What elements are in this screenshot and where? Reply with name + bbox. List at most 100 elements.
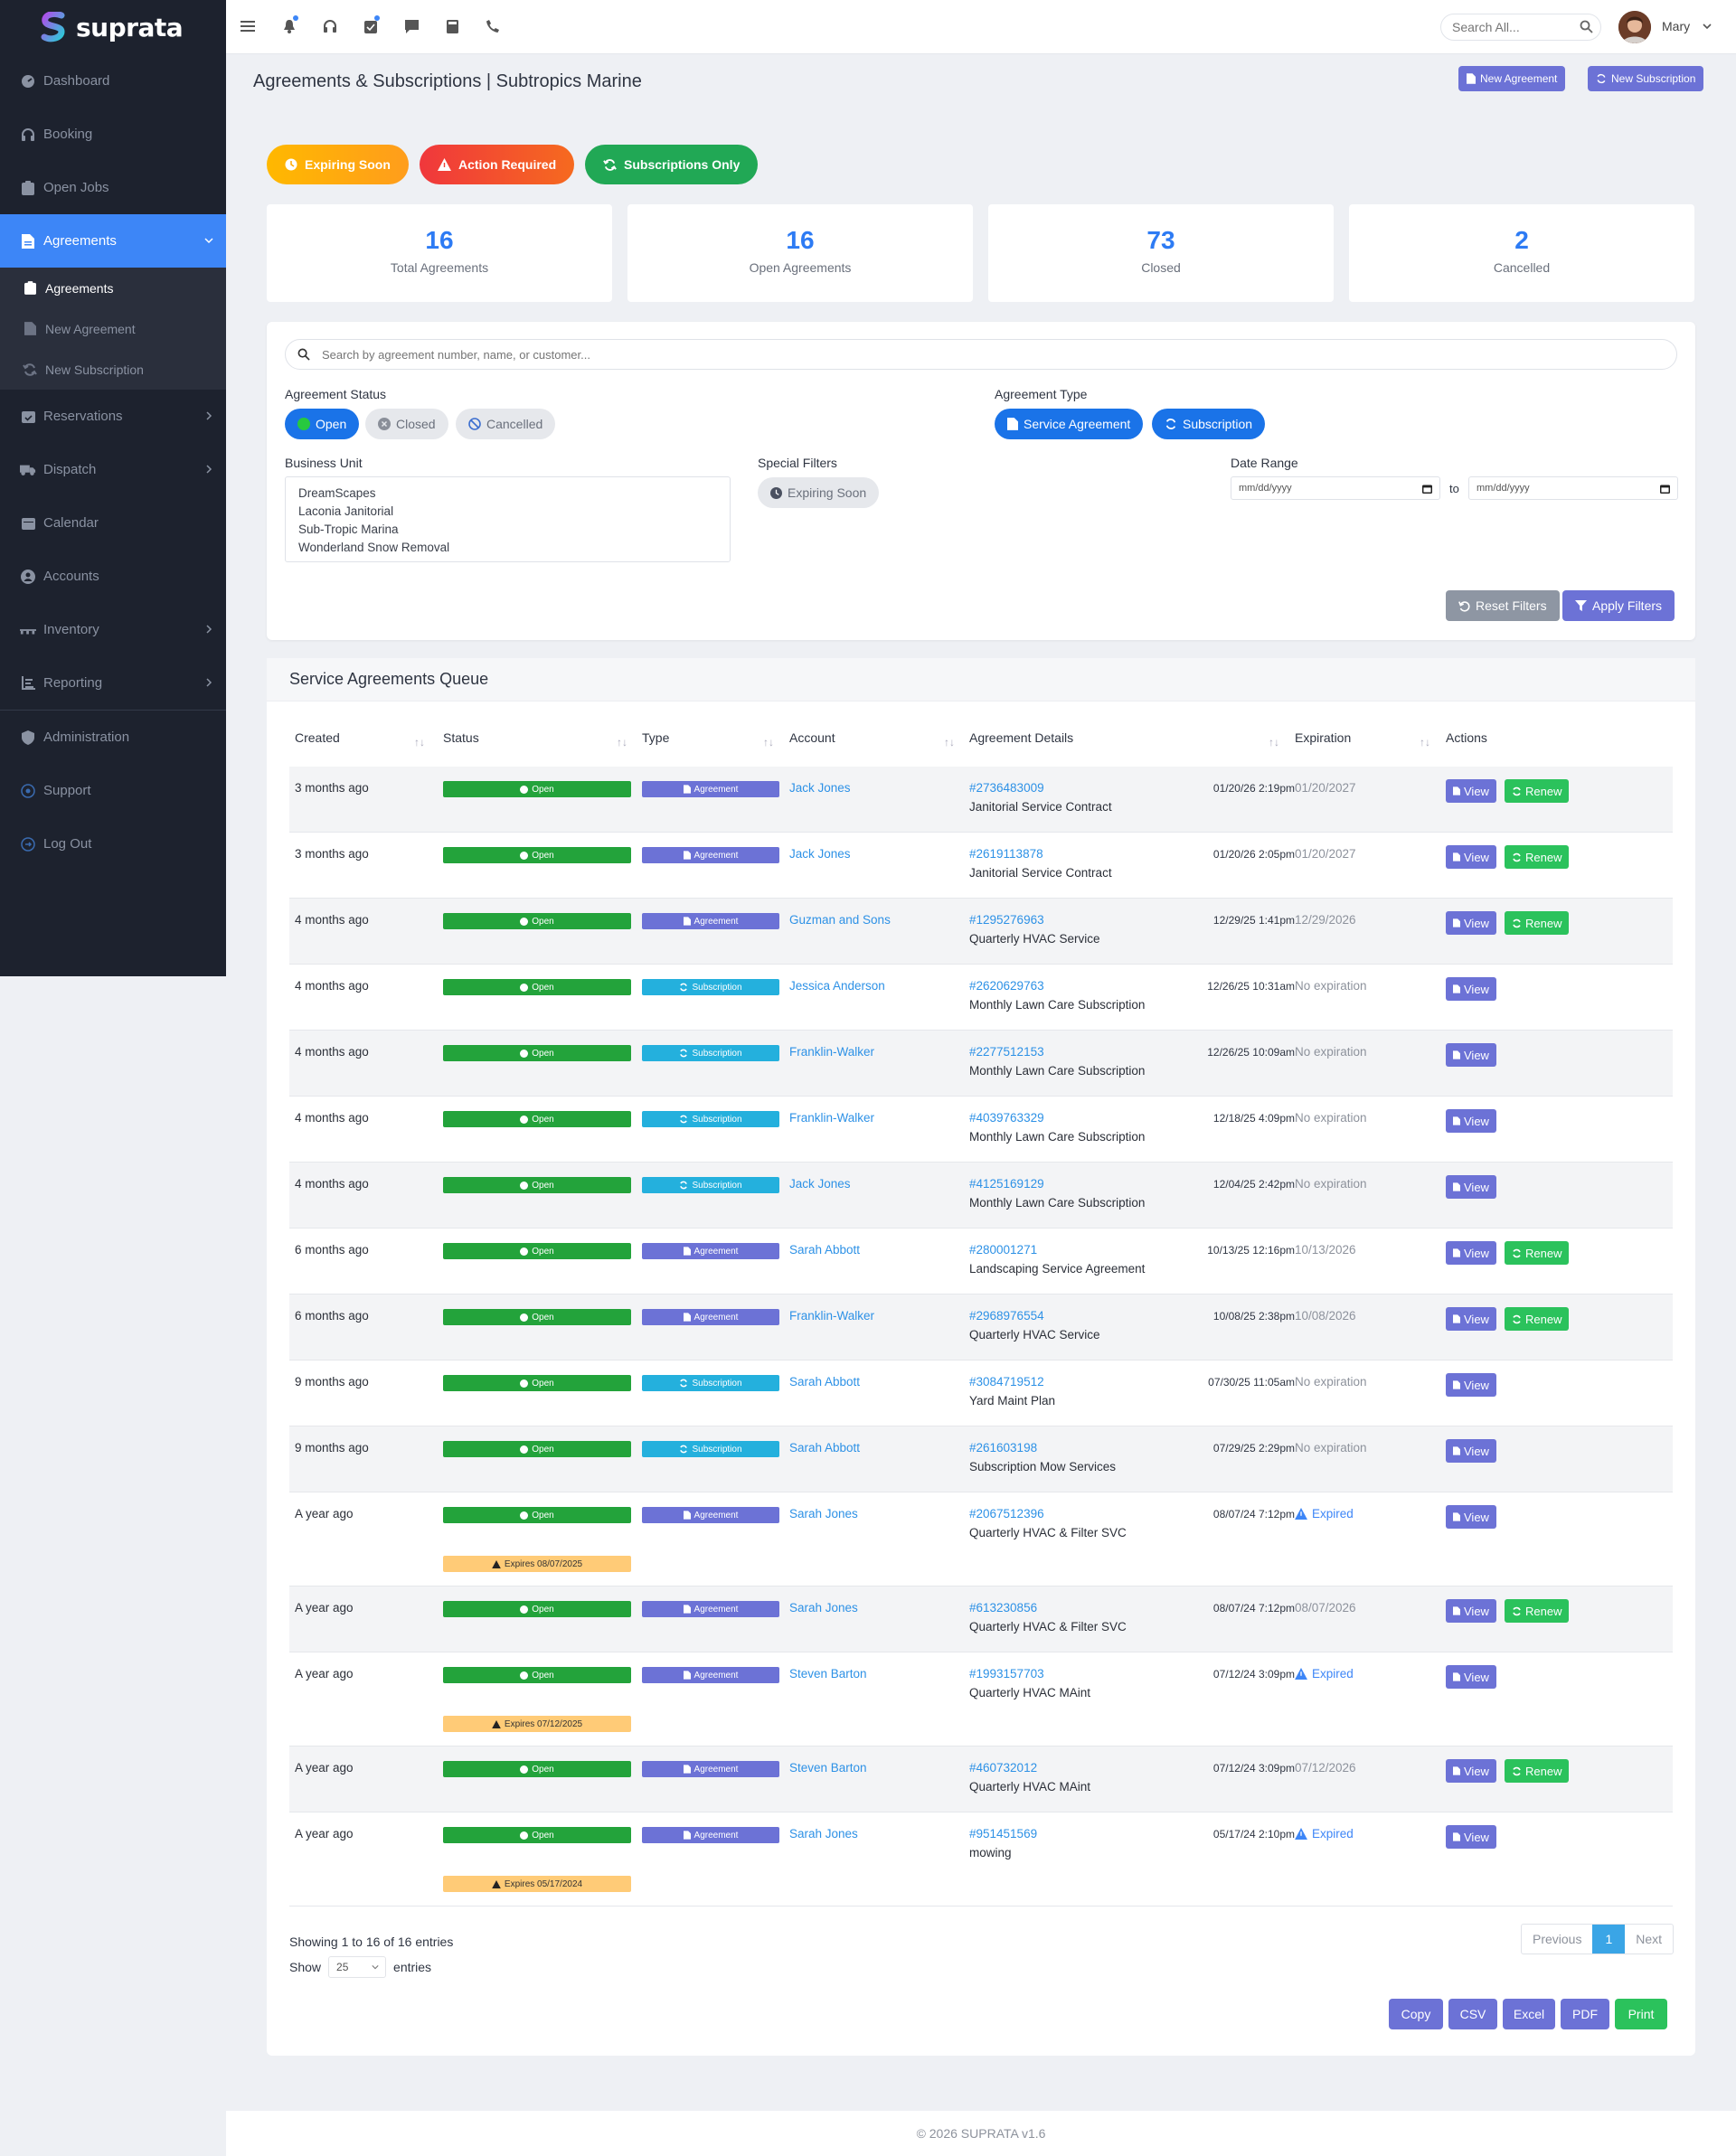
status-closed-chip[interactable]: Closed bbox=[365, 409, 448, 439]
account-link[interactable]: Jessica Anderson bbox=[789, 979, 885, 993]
account-link[interactable]: Franklin-Walker bbox=[789, 1111, 874, 1125]
search-icon[interactable] bbox=[1580, 20, 1593, 33]
account-link[interactable]: Franklin-Walker bbox=[789, 1309, 874, 1323]
sort-icon[interactable]: ↑↓ bbox=[944, 736, 955, 748]
sidebar-item-reporting[interactable]: Reporting bbox=[0, 656, 226, 710]
agreement-number-link[interactable]: #4039763329 bbox=[969, 1111, 1044, 1125]
view-button[interactable]: View bbox=[1446, 779, 1496, 803]
action-required-pill[interactable]: Action Required bbox=[420, 145, 575, 184]
print-button[interactable]: Print bbox=[1615, 1999, 1667, 2029]
agreement-number-link[interactable]: #1993157703 bbox=[969, 1667, 1044, 1681]
subnav-new-subscription[interactable]: New Subscription bbox=[0, 349, 226, 390]
account-link[interactable]: Jack Jones bbox=[789, 781, 851, 795]
agreement-number-link[interactable]: #2067512396 bbox=[969, 1507, 1044, 1520]
user-name[interactable]: Mary bbox=[1662, 19, 1690, 33]
account-link[interactable]: Guzman and Sons bbox=[789, 913, 891, 927]
sidebar-item-logout[interactable]: Log Out bbox=[0, 817, 226, 871]
type-subscription-chip[interactable]: Subscription bbox=[1152, 409, 1266, 439]
agreement-search-input[interactable] bbox=[285, 339, 1677, 370]
sidebar-item-inventory[interactable]: Inventory bbox=[0, 603, 226, 656]
view-button[interactable]: View bbox=[1446, 1043, 1496, 1067]
view-button[interactable]: View bbox=[1446, 1505, 1496, 1529]
task-check-icon[interactable] bbox=[362, 15, 380, 35]
next-page-button[interactable]: Next bbox=[1625, 1925, 1673, 1954]
sidebar-item-booking[interactable]: Booking bbox=[0, 108, 226, 161]
expiring-soon-pill[interactable]: Expiring Soon bbox=[267, 145, 409, 184]
page-length-select[interactable]: 25 bbox=[328, 1956, 387, 1978]
view-button[interactable]: View bbox=[1446, 1241, 1496, 1265]
renew-button[interactable]: Renew bbox=[1505, 1599, 1570, 1623]
account-link[interactable]: Steven Barton bbox=[789, 1761, 867, 1775]
business-unit-option[interactable]: Wonderland Snow Removal bbox=[298, 539, 717, 557]
chevron-down-icon[interactable] bbox=[1702, 22, 1712, 31]
phone-icon[interactable] bbox=[484, 17, 502, 35]
agreement-number-link[interactable]: #280001271 bbox=[969, 1243, 1037, 1257]
view-button[interactable]: View bbox=[1446, 1825, 1496, 1849]
business-unit-option[interactable]: Laconia Janitorial bbox=[298, 503, 717, 521]
renew-button[interactable]: Renew bbox=[1505, 1759, 1570, 1783]
sort-icon[interactable]: ↑↓ bbox=[414, 736, 425, 748]
sidebar-item-support[interactable]: Support bbox=[0, 764, 226, 817]
date-from-input[interactable]: mm/dd/yyyy bbox=[1231, 476, 1440, 500]
agreement-number-link[interactable]: #951451569 bbox=[969, 1827, 1037, 1841]
view-button[interactable]: View bbox=[1446, 1665, 1496, 1689]
excel-button[interactable]: Excel bbox=[1503, 1999, 1555, 2029]
sort-icon[interactable]: ↑↓ bbox=[1269, 736, 1279, 748]
view-button[interactable]: View bbox=[1446, 1759, 1496, 1783]
bell-icon[interactable] bbox=[280, 15, 298, 35]
column-type[interactable]: Type bbox=[642, 730, 669, 745]
agreement-number-link[interactable]: #261603198 bbox=[969, 1441, 1037, 1455]
sidebar-item-open-jobs[interactable]: Open Jobs bbox=[0, 161, 226, 214]
agreement-number-link[interactable]: #2968976554 bbox=[969, 1309, 1044, 1323]
view-button[interactable]: View bbox=[1446, 1373, 1496, 1397]
new-agreement-button[interactable]: New Agreement bbox=[1458, 66, 1566, 91]
avatar[interactable] bbox=[1618, 11, 1651, 43]
view-button[interactable]: View bbox=[1446, 1175, 1496, 1199]
view-button[interactable]: View bbox=[1446, 845, 1496, 869]
account-link[interactable]: Jack Jones bbox=[789, 1177, 851, 1191]
sort-icon[interactable]: ↑↓ bbox=[617, 736, 627, 748]
view-button[interactable]: View bbox=[1446, 1439, 1496, 1463]
new-subscription-button[interactable]: New Subscription bbox=[1588, 66, 1704, 91]
renew-button[interactable]: Renew bbox=[1505, 779, 1570, 803]
apply-filters-button[interactable]: Apply Filters bbox=[1562, 590, 1675, 621]
view-button[interactable]: View bbox=[1446, 1109, 1496, 1133]
view-button[interactable]: View bbox=[1446, 977, 1496, 1001]
agreement-number-link[interactable]: #2736483009 bbox=[969, 781, 1044, 795]
business-unit-option[interactable]: DreamScapes bbox=[298, 485, 717, 503]
column-expiration[interactable]: Expiration bbox=[1295, 730, 1351, 745]
account-link[interactable]: Sarah Jones bbox=[789, 1601, 858, 1615]
sidebar-item-reservations[interactable]: Reservations bbox=[0, 390, 226, 443]
date-to-input[interactable]: mm/dd/yyyy bbox=[1468, 476, 1678, 500]
agreement-number-link[interactable]: #3084719512 bbox=[969, 1375, 1044, 1389]
renew-button[interactable]: Renew bbox=[1505, 1307, 1570, 1331]
sidebar-item-accounts[interactable]: Accounts bbox=[0, 550, 226, 603]
renew-button[interactable]: Renew bbox=[1505, 1241, 1570, 1265]
business-unit-option[interactable]: Sub-Tropic Marina bbox=[298, 521, 717, 539]
subnav-agreements[interactable]: Agreements bbox=[0, 268, 226, 308]
type-service-chip[interactable]: Service Agreement bbox=[995, 409, 1144, 439]
agreement-number-link[interactable]: #1295276963 bbox=[969, 913, 1044, 927]
account-link[interactable]: Steven Barton bbox=[789, 1667, 867, 1681]
account-link[interactable]: Sarah Jones bbox=[789, 1507, 858, 1520]
agreement-number-link[interactable]: #2277512153 bbox=[969, 1045, 1044, 1059]
global-search-input[interactable] bbox=[1440, 14, 1601, 41]
status-cancelled-chip[interactable]: Cancelled bbox=[456, 409, 556, 439]
agreement-number-link[interactable]: #460732012 bbox=[969, 1761, 1037, 1775]
sidebar-item-administration[interactable]: Administration bbox=[0, 711, 226, 764]
agreement-number-link[interactable]: #613230856 bbox=[969, 1601, 1037, 1615]
copy-button[interactable]: Copy bbox=[1389, 1999, 1443, 2029]
sort-icon[interactable]: ↑↓ bbox=[763, 736, 774, 748]
pdf-button[interactable]: PDF bbox=[1561, 1999, 1609, 2029]
status-open-chip[interactable]: Open bbox=[285, 409, 360, 439]
sidebar-item-agreements[interactable]: Agreements bbox=[0, 214, 226, 268]
view-button[interactable]: View bbox=[1446, 911, 1496, 935]
subnav-new-agreement[interactable]: New Agreement bbox=[0, 308, 226, 349]
message-icon[interactable] bbox=[402, 17, 420, 35]
renew-button[interactable]: Renew bbox=[1505, 911, 1570, 935]
headset-icon[interactable] bbox=[321, 17, 339, 35]
special-expiring-chip[interactable]: Expiring Soon bbox=[758, 477, 880, 508]
account-link[interactable]: Sarah Jones bbox=[789, 1827, 858, 1841]
sidebar-item-calendar[interactable]: Calendar bbox=[0, 496, 226, 550]
column-agreement-details[interactable]: Agreement Details bbox=[969, 730, 1073, 745]
